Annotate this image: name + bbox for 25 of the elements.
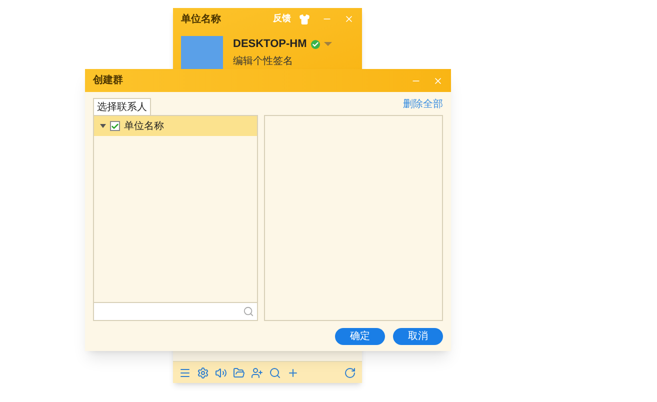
caret-icon[interactable] [324,42,332,46]
remove-all-link[interactable]: 删除全部 [403,97,443,112]
confirm-button[interactable]: 确定 [335,328,385,345]
expand-arrow-icon[interactable] [100,124,106,128]
dialog-title: 创建群 [93,74,124,88]
tab[interactable]: 选择联系人 [93,98,151,115]
menu-icon[interactable] [179,366,191,378]
tree-item[interactable]: 单位名称 [94,116,257,136]
checkbox[interactable] [110,121,120,131]
refresh-icon[interactable] [344,366,356,378]
tree-item-label: 单位名称 [124,120,164,134]
speaker-icon[interactable] [215,366,227,378]
signature[interactable]: 编辑个性签名 [233,54,332,68]
search-icon[interactable] [243,306,254,317]
add-contact-icon[interactable] [251,366,263,378]
search-field[interactable] [94,302,257,320]
settings-icon[interactable] [197,366,209,378]
search-icon[interactable] [269,366,281,378]
close-icon[interactable] [433,76,443,86]
window-title: 单位名称 [181,12,222,26]
cancel-button[interactable]: 取消 [393,328,443,345]
plus-icon[interactable] [287,366,299,378]
status-icon[interactable] [310,40,320,49]
folder-icon[interactable] [233,366,245,378]
user-name: DESKTOP-HM [233,37,307,52]
